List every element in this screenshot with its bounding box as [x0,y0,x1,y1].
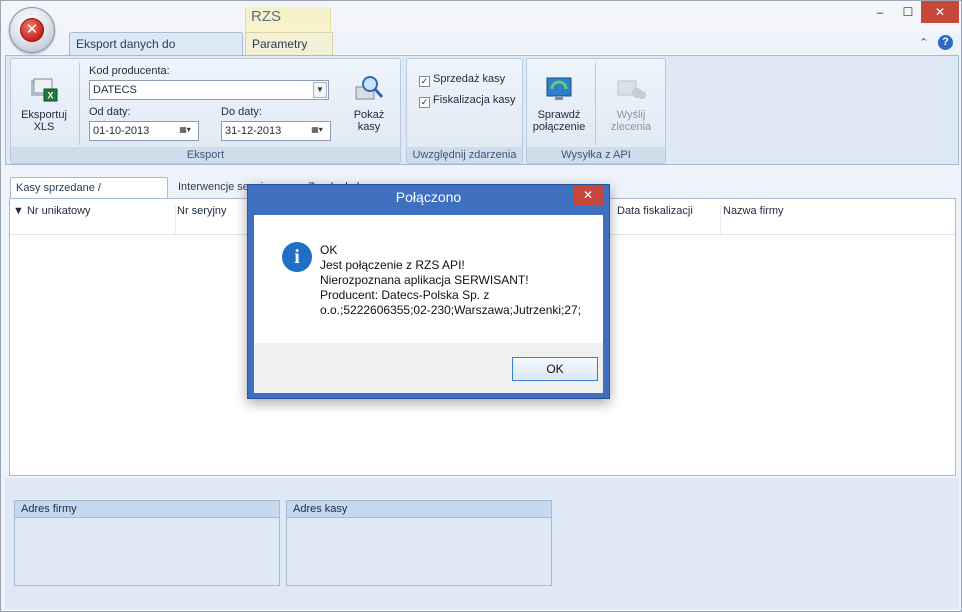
minimize-button[interactable]: ‒ [865,1,895,23]
message-line: Jest połączenie z RZS API! [320,258,465,272]
show-cash-label-1: Pokaż [353,109,385,121]
sales-checkbox[interactable]: ✓ Sprzedaż kasy [419,73,505,87]
column-label: Nr unikatowy [26,205,91,217]
calendar-icon[interactable]: ▦▾ [305,123,329,139]
date-from-value: 01-10-2013 [93,125,150,137]
checkmark-icon: ✓ [419,76,430,87]
dialog-footer: OK [254,343,603,393]
fiscal-checkbox[interactable]: ✓ Fiskalizacja kasy [419,94,516,108]
sales-checkbox-label: Sprzedaż kasy [433,73,506,85]
cash-address-panel: Adres kasy [286,500,552,586]
producer-code-value: DATECS [93,84,137,96]
send-orders-label-1: Wyślij [616,109,646,121]
message-line: o.o.;5222606355;02-230;Warszawa;Jutrzenk… [320,303,582,317]
company-address-header: Adres firmy [15,501,279,518]
date-to-label: Do daty: [221,106,262,118]
excel-export-icon: X [28,73,60,105]
group-uwzglednij-zdarzenia: ✓ Sprzedaż kasy ✓ Fiskalizacja kasy Uwzglę… [406,58,523,164]
close-circle-icon: ✕ [20,18,44,42]
sort-arrow-icon: ▼ [13,205,24,217]
export-xls-label-1: Eksportuj [21,109,67,121]
check-connection-button[interactable]: Sprawdź połączenie [529,73,589,133]
connection-dialog: Połączono ✕ i OK Jest połączenie z RZS A… [247,184,610,399]
tab-eksport-danych[interactable]: Eksport danych do producenta [69,32,243,73]
column-header-nazwa-firmy[interactable]: Nazwa firmy [723,205,873,235]
main-window: RZS ‒ ☐ ✕ ✕ Eksport danych do producenta… [0,0,962,612]
date-to-value: 31-12-2013 [225,125,282,137]
producer-code-label: Kod producenta: [89,65,170,77]
app-menu-orb-button[interactable]: ✕ [9,7,55,53]
column-header-nr-unikatowy[interactable]: ▼ Nr unikatowy [13,205,176,235]
fiscal-checkbox-label: Fiskalizacja kasy [433,94,516,106]
show-cash-label-2: kasy [357,121,381,133]
svg-text:X: X [47,91,53,101]
group-caption-api: Wysyłka z API [527,147,665,163]
group-wysylka-z-api: Sprawdź połączenie Wyślij zlecenia Wysył… [526,58,666,164]
producer-code-combo[interactable]: DATECS ▼ [89,80,329,100]
dialog-close-button[interactable]: ✕ [573,186,603,205]
export-xls-label-2: XLS [33,121,55,133]
app-title: RZS [251,8,281,25]
search-icon [353,73,385,105]
check-connection-label-2: połączenie [532,121,586,133]
send-orders-icon [615,73,647,105]
group-eksport: X Eksportuj XLS Kod producenta: DATECS ▼… [10,58,401,164]
date-from-label: Od daty: [89,106,131,118]
connection-icon [543,73,575,105]
info-icon: i [282,242,312,272]
group-divider [595,63,596,145]
chevron-down-icon[interactable]: ▼ [313,82,327,98]
maximize-button[interactable]: ☐ [893,1,923,23]
tab-parametry-api[interactable]: Parametry API [245,32,333,73]
ok-button[interactable]: OK [512,357,598,381]
group-divider [79,63,80,145]
send-orders-label-2: zlecenia [610,121,652,133]
group-caption-events: Uwzględnij zdarzenia [407,147,522,163]
collapse-ribbon-icon[interactable]: ⌃ [919,36,928,49]
date-to-picker[interactable]: 31-12-2013 ▦▾ [221,121,331,141]
column-header-data-fiskalizacji[interactable]: Data fiskalizacji [617,205,721,235]
send-orders-button[interactable]: Wyślij zlecenia [601,73,661,133]
dialog-title: Połączono [395,189,462,205]
cash-address-header: Adres kasy [287,501,551,518]
dialog-body: i OK Jest połączenie z RZS API! Nierozpo… [254,215,603,343]
message-line: OK [320,243,338,257]
tab-kasy-sprzedane[interactable]: Kasy sprzedane / ufiskalnione [10,177,168,214]
calendar-icon[interactable]: ▦▾ [173,123,197,139]
company-address-panel: Adres firmy [14,500,280,586]
show-cash-button[interactable]: Pokaż kasy [343,73,395,133]
export-xls-button[interactable]: X Eksportuj XLS [15,73,73,133]
close-window-button[interactable]: ✕ [921,1,959,23]
message-line: Nierozpoznana aplikacja SERWISANT! [320,273,529,287]
checkmark-icon: ✓ [419,97,430,108]
check-connection-label-1: Sprawdź [537,109,581,121]
ribbon-panel: X Eksportuj XLS Kod producenta: DATECS ▼… [5,55,959,165]
group-caption-eksport: Eksport [11,147,400,163]
title-bar: RZS ‒ ☐ ✕ [1,1,961,31]
message-line: Producent: Datecs-Polska Sp. z [320,288,490,302]
date-from-picker[interactable]: 01-10-2013 ▦▾ [89,121,199,141]
help-icon[interactable]: ? [938,35,953,50]
